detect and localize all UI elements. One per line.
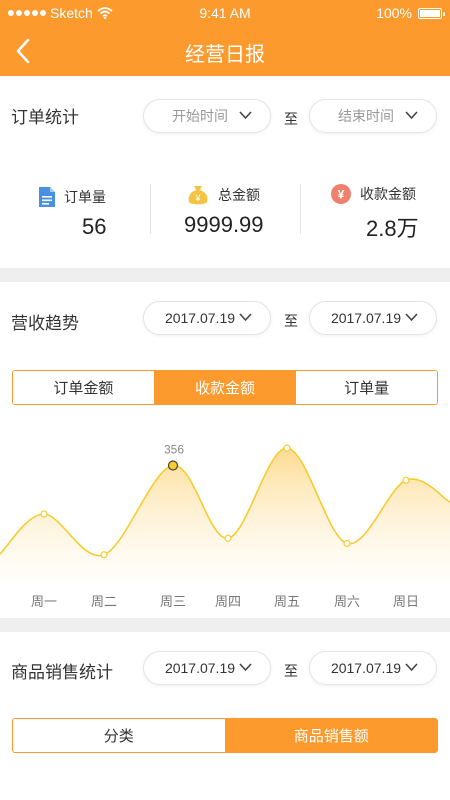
x-axis-label: 周六	[334, 594, 360, 609]
order-count-value: 56	[82, 214, 107, 239]
document-icon	[39, 187, 55, 207]
to-label: 至	[284, 663, 298, 679]
chart-point[interactable]	[283, 444, 291, 452]
chevron-down-icon	[405, 663, 418, 672]
sales-start-date-select[interactable]: 2017.07.19	[143, 651, 271, 685]
start-time-placeholder: 开始时间	[172, 108, 228, 124]
x-axis-label: 周二	[91, 594, 117, 609]
chart-area	[0, 448, 450, 580]
received-amount-value: 2.8万	[366, 216, 419, 241]
total-amount-stat: ¥ 总金额 9999.99	[184, 184, 264, 238]
sales-end-date-select[interactable]: 2017.07.19	[309, 651, 437, 685]
trend-start-date-select[interactable]: 2017.07.19	[143, 301, 271, 335]
revenue-trend-section: 营收趋势 2017.07.19 至 2017.07.19 订单金额 收款金额 订…	[0, 282, 450, 618]
chart-x-labels: 周一 周二 周三 周四 周五 周六 周日	[31, 594, 419, 609]
sales-start-date: 2017.07.19	[164, 660, 236, 676]
tab-category[interactable]: 分类	[13, 719, 226, 752]
order-count-label: 订单量	[64, 189, 106, 205]
chevron-down-icon	[405, 313, 418, 322]
trend-metric-tabs: 订单金额 收款金额 订单量	[12, 370, 438, 405]
trend-end-date: 2017.07.19	[330, 310, 402, 326]
app-header: Sketch 9:41 AM 100% 经营日报	[0, 0, 450, 76]
to-label: 至	[284, 313, 298, 329]
svg-text:¥: ¥	[194, 193, 201, 203]
received-amount-stat: ¥ 收款金额 2.8万	[330, 183, 419, 243]
x-axis-label: 周三	[160, 594, 186, 609]
chevron-down-icon	[239, 663, 252, 672]
trend-start-date: 2017.07.19	[164, 310, 236, 326]
order-stats-section: 订单统计 开始时间 至 结束时间 订单量 56 ¥ 总金额 9999.99 ¥ …	[0, 76, 450, 268]
chart-point[interactable]	[100, 551, 108, 559]
total-amount-label: 总金额	[218, 187, 260, 203]
end-time-select[interactable]: 结束时间	[309, 99, 437, 133]
product-sales-tabs: 分类 商品销售额	[12, 718, 438, 753]
chart-point[interactable]	[224, 534, 232, 542]
x-axis-label: 周日	[393, 594, 419, 609]
battery-percent: 100%	[376, 5, 412, 21]
tab-product-sales-amount[interactable]: 商品销售额	[225, 719, 437, 752]
received-amount-label: 收款金额	[360, 186, 416, 202]
end-time-placeholder: 结束时间	[338, 108, 394, 124]
total-amount-value: 9999.99	[184, 212, 264, 237]
yen-icon: ¥	[331, 184, 351, 204]
chart-point-highlight[interactable]	[167, 460, 179, 471]
tab-order-count[interactable]: 订单量	[296, 371, 437, 404]
tab-received-amount[interactable]: 收款金额	[154, 371, 297, 404]
stat-divider	[300, 184, 301, 234]
chart-point[interactable]	[40, 510, 48, 518]
product-sales-section: 商品销售统计 2017.07.19 至 2017.07.19 分类 商品销售额	[0, 632, 450, 800]
x-axis-label: 周一	[31, 594, 57, 609]
sales-end-date: 2017.07.19	[330, 660, 402, 676]
svg-text:¥: ¥	[338, 188, 345, 202]
stat-divider	[150, 184, 151, 234]
chevron-down-icon	[239, 111, 252, 120]
highlight-value-label: 356	[164, 442, 184, 456]
chart-point[interactable]	[343, 539, 351, 548]
tab-order-amount[interactable]: 订单金额	[13, 371, 155, 404]
order-count-stat: 订单量 56	[38, 186, 106, 240]
order-stats-title: 订单统计	[11, 108, 79, 127]
trend-end-date-select[interactable]: 2017.07.19	[309, 301, 437, 335]
revenue-trend-title: 营收趋势	[11, 314, 79, 333]
x-axis-label: 周五	[274, 594, 300, 609]
chevron-down-icon	[405, 111, 418, 120]
chevron-down-icon	[239, 313, 252, 322]
nav-bar: 经营日报	[0, 26, 450, 76]
battery-group: 100%	[376, 5, 445, 21]
page-title: 经营日报	[185, 44, 265, 66]
revenue-trend-chart: 356 周一 周二 周三 周四 周五 周六 周日	[0, 442, 450, 609]
x-axis-label: 周四	[215, 594, 241, 609]
battery-icon	[418, 7, 445, 19]
status-bar: Sketch 9:41 AM 100%	[0, 0, 450, 26]
to-label: 至	[284, 111, 298, 127]
product-sales-title: 商品销售统计	[11, 663, 113, 682]
start-time-select[interactable]: 开始时间	[143, 99, 271, 133]
money-bag-icon: ¥	[188, 186, 208, 205]
chart-point[interactable]	[402, 476, 410, 484]
